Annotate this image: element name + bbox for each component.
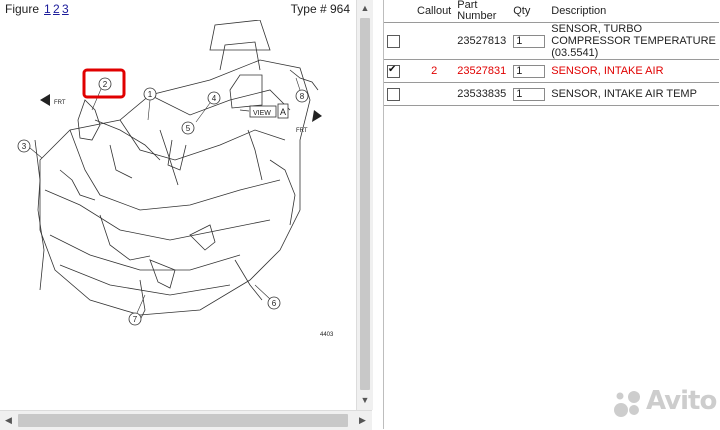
figure-page-link-2[interactable]: 2	[53, 2, 60, 16]
row-checkbox[interactable]	[387, 34, 400, 48]
row-qty-cell	[510, 22, 549, 60]
row-description: SENSOR, TURBO COMPRESSOR TEMPERATURE (03…	[548, 22, 719, 60]
callout-1[interactable]: 1	[143, 87, 157, 121]
figure-page-link-1[interactable]: 1	[44, 2, 51, 16]
callout-6[interactable]: 6	[254, 284, 281, 310]
qty-input[interactable]	[513, 64, 546, 78]
figure-label: Figure	[5, 2, 40, 16]
row-part-number: 23527813	[454, 22, 511, 60]
figure-horizontal-scrollbar[interactable]: ◀ ▶	[0, 410, 372, 430]
svg-text:4: 4	[212, 94, 217, 103]
callout-7[interactable]: 7	[128, 294, 146, 326]
row-callout: 2	[414, 59, 455, 83]
header-part-number: Part Number	[454, 0, 511, 23]
front-arrow-icon: FRT	[296, 110, 322, 134]
row-select-cell	[384, 22, 414, 60]
front-arrow-icon: FRT	[40, 94, 66, 106]
row-callout	[414, 22, 455, 60]
scroll-up-icon[interactable]: ▲	[357, 0, 373, 16]
table-row[interactable]: 23533835 SENSOR, INTAKE AIR TEMP	[384, 82, 719, 106]
table-row[interactable]: 23527813 SENSOR, TURBO COMPRESSOR TEMPER…	[384, 22, 719, 60]
svg-text:8: 8	[300, 92, 305, 101]
row-qty-cell	[510, 82, 549, 106]
header-qty: Qty	[510, 0, 549, 23]
front-label: FRT	[296, 128, 308, 134]
view-letter: A	[280, 107, 286, 117]
svg-text:5: 5	[186, 124, 191, 133]
figure-header: Figure 1 2 3 Type # 964	[0, 0, 356, 18]
svg-text:6: 6	[272, 299, 277, 308]
avito-watermark: Avito	[612, 386, 718, 420]
svg-text:3: 3	[22, 142, 27, 151]
row-qty-cell	[510, 59, 549, 83]
drawing-number: 4403	[320, 332, 334, 338]
scroll-right-icon[interactable]: ▶	[354, 411, 371, 430]
row-checkbox[interactable]	[387, 87, 400, 101]
callout-8[interactable]: 8	[295, 77, 309, 103]
front-label: FRT	[54, 100, 66, 106]
view-tag-label: VIEW	[253, 110, 271, 117]
figure-page-link-3[interactable]: 3	[62, 2, 69, 16]
scroll-down-icon[interactable]: ▼	[357, 392, 373, 408]
row-select-cell	[384, 82, 414, 106]
engine-diagram: VIEW A FRT FRT 1 2 3 4 5 6 7 8 4403	[17, 20, 334, 338]
parts-table: Callout Part Number Qty Description 2352…	[384, 0, 719, 106]
row-description: SENSOR, INTAKE AIR	[548, 59, 719, 83]
callout-3[interactable]: 3	[17, 139, 43, 159]
scroll-thumb[interactable]	[18, 414, 348, 427]
qty-input[interactable]	[513, 87, 546, 101]
row-part-number: 23527831	[454, 59, 511, 83]
row-callout	[414, 82, 455, 106]
callout-5[interactable]: 5	[181, 121, 195, 135]
svg-text:2: 2	[103, 80, 108, 89]
header-description: Description	[548, 0, 719, 23]
header-checkbox-col	[384, 0, 414, 23]
callout-4[interactable]: 4	[195, 91, 221, 123]
figure-vertical-scrollbar[interactable]: ▲ ▼	[356, 0, 373, 410]
svg-text:1: 1	[148, 90, 153, 99]
row-checkbox[interactable]	[387, 64, 400, 78]
table-header-row: Callout Part Number Qty Description	[384, 0, 719, 23]
callout-2[interactable]: 2	[91, 77, 112, 111]
type-label: Type # 964	[290, 2, 350, 16]
row-description: SENSOR, INTAKE AIR TEMP	[548, 82, 719, 106]
qty-input[interactable]	[513, 34, 546, 48]
scroll-left-icon[interactable]: ◀	[0, 411, 17, 430]
table-row-selected[interactable]: 2 23527831 SENSOR, INTAKE AIR	[384, 59, 719, 83]
parts-panel: Callout Part Number Qty Description 2352…	[383, 0, 720, 429]
scroll-thumb[interactable]	[360, 18, 370, 390]
avito-watermark-text: Avito	[646, 386, 717, 416]
avito-logo-icon	[614, 391, 640, 417]
svg-text:7: 7	[133, 315, 138, 324]
row-part-number: 23533835	[454, 82, 511, 106]
header-callout: Callout	[414, 0, 455, 23]
row-select-cell	[384, 59, 414, 83]
figure-panel: Figure 1 2 3 Type # 964 VIEW A FRT FRT 1…	[0, 0, 356, 410]
